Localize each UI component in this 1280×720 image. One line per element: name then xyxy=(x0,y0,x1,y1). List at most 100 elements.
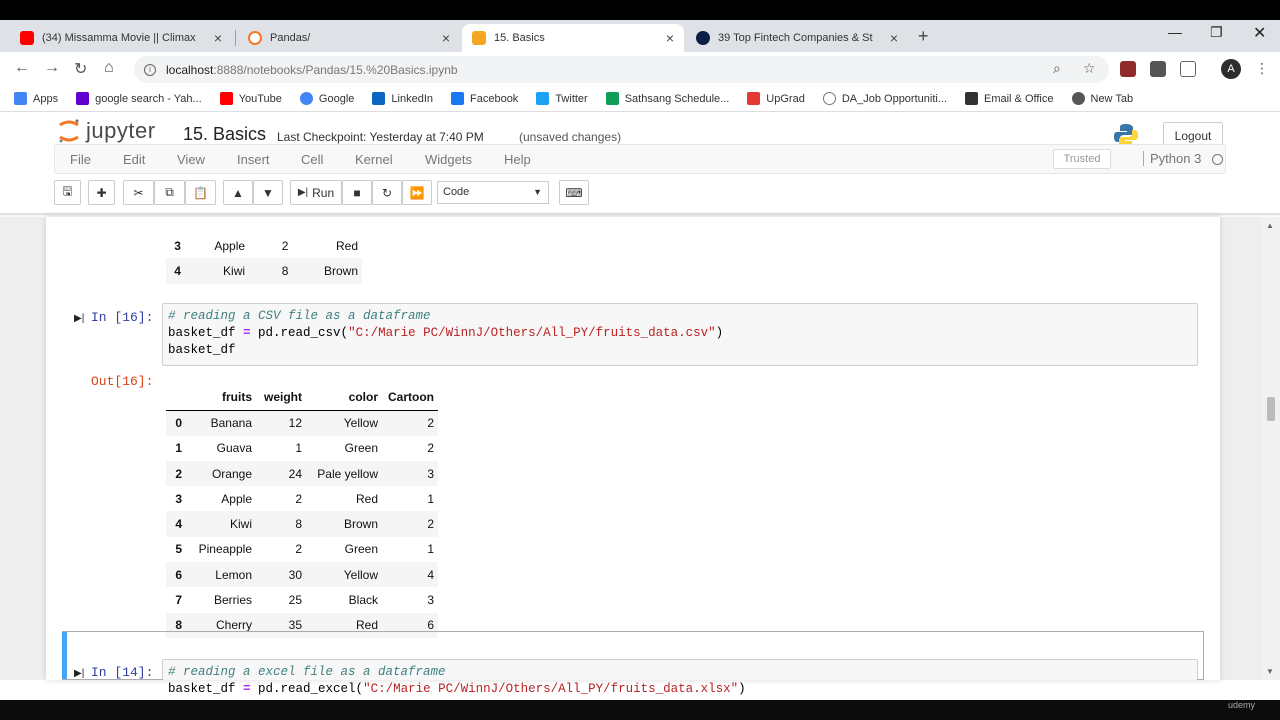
tab-title: 39 Top Fintech Companies & St xyxy=(718,32,873,44)
tab-youtube[interactable]: (34) Missamma Movie || Climax × xyxy=(10,24,232,52)
cell-type-select[interactable]: Code ▼ xyxy=(437,181,549,204)
menu-help[interactable]: Help xyxy=(504,152,531,167)
code-line: basket_df = pd.read_excel("C:/Marie PC/W… xyxy=(168,682,746,696)
trusted-indicator[interactable]: Trusted xyxy=(1053,149,1111,169)
cut-button[interactable]: ✂ xyxy=(123,180,154,205)
close-icon[interactable]: × xyxy=(214,30,222,46)
code-line: basket_df xyxy=(168,343,236,357)
table-row: 4 Kiwi 8 Brown 2 xyxy=(166,511,438,537)
google-icon xyxy=(299,92,313,105)
paste-button[interactable]: 📋 xyxy=(185,180,216,205)
input-prompt: In [14]: xyxy=(91,665,154,680)
jupyter-logo[interactable]: jupyter xyxy=(58,118,156,144)
url-text: localhost:8888/notebooks/Pandas/15.%20Ba… xyxy=(166,62,458,77)
menu-file[interactable]: File xyxy=(70,152,91,167)
code-cell-input[interactable]: # reading a excel file as a dataframe ba… xyxy=(162,659,1198,696)
window-close-icon[interactable]: ✕ xyxy=(1253,23,1266,43)
menu-kebab-icon[interactable]: ⋮ xyxy=(1255,60,1269,77)
command-palette-button[interactable]: ⌨ xyxy=(559,180,589,205)
tab-basics[interactable]: 15. Basics × xyxy=(462,24,684,52)
bookmark-linkedin[interactable]: LinkedIn xyxy=(372,92,433,105)
run-cell-icon[interactable]: ▶| xyxy=(74,668,84,679)
restart-button[interactable]: ↻ xyxy=(372,180,402,205)
bookmark-office[interactable]: Email & Office xyxy=(965,92,1054,105)
table-row: 3 Apple 2 Red xyxy=(174,238,358,253)
run-button[interactable]: ▶| Run xyxy=(290,180,342,205)
jupyter-logo-icon xyxy=(59,119,79,143)
table-row: 2 Orange 24 Pale yellow 3 xyxy=(166,460,438,487)
bookmark-sathsang[interactable]: Sathsang Schedule... xyxy=(605,92,729,105)
tab-fintech[interactable]: 39 Top Fintech Companies & St × xyxy=(686,24,908,52)
code-cell-input[interactable]: # reading a CSV file as a dataframe bask… xyxy=(162,303,1198,366)
search-icon[interactable]: ⌕ xyxy=(1053,60,1061,77)
save-icon: 🖫 xyxy=(62,184,73,198)
restore-icon[interactable]: ❐ xyxy=(1210,24,1223,41)
insert-cell-button[interactable]: ✚ xyxy=(88,180,115,205)
bookmark-star-icon[interactable]: ☆ xyxy=(1083,60,1096,77)
scroll-down-icon[interactable]: ▼ xyxy=(1266,667,1274,676)
bookmark-youtube[interactable]: YouTube xyxy=(219,92,282,105)
letterbox-bottom xyxy=(0,700,1280,720)
menu-kernel[interactable]: Kernel xyxy=(355,152,393,167)
move-up-button[interactable]: ▲ xyxy=(223,180,253,205)
table-row: 5 Pineapple 2 Green 1 xyxy=(175,542,434,557)
close-icon[interactable]: × xyxy=(890,30,898,46)
extension-icon[interactable] xyxy=(1120,61,1136,77)
bookmark-apps[interactable]: Apps xyxy=(14,92,58,105)
minimize-icon[interactable]: — xyxy=(1168,24,1182,40)
tab-separator xyxy=(235,30,236,46)
scroll-up-icon[interactable]: ▲ xyxy=(1266,221,1274,230)
close-icon[interactable]: × xyxy=(442,30,450,46)
close-icon[interactable]: × xyxy=(666,30,674,46)
office-icon xyxy=(965,92,978,105)
interrupt-button[interactable]: ■ xyxy=(342,180,372,205)
bookmark-upgrad[interactable]: UpGrad xyxy=(747,92,805,105)
menu-cell[interactable]: Cell xyxy=(301,152,323,167)
bookmark-google[interactable]: Google xyxy=(299,92,354,105)
extension-icon[interactable] xyxy=(1180,61,1196,77)
copy-button[interactable]: ⧉ xyxy=(154,180,185,205)
notebook-title[interactable]: 15. Basics xyxy=(183,124,266,145)
new-tab-icon[interactable]: + xyxy=(918,26,929,47)
restart-run-all-button[interactable]: ⏩ xyxy=(402,180,432,205)
newtab-icon xyxy=(1071,92,1085,105)
twitter-icon xyxy=(536,92,550,105)
bookmark-facebook[interactable]: Facebook xyxy=(451,92,518,105)
move-down-button[interactable]: ▼ xyxy=(253,180,283,205)
column-header: fruits xyxy=(186,385,256,411)
profile-avatar[interactable]: A xyxy=(1221,59,1241,79)
code-comment: # reading a excel file as a dataframe xyxy=(168,665,446,679)
checkpoint-status: Last Checkpoint: Yesterday at 7:40 PM xyxy=(277,130,484,144)
apps-grid-icon xyxy=(14,92,27,105)
info-icon[interactable]: i xyxy=(144,63,156,76)
save-button[interactable]: 🖫 xyxy=(54,180,81,205)
menu-edit[interactable]: Edit xyxy=(123,152,145,167)
menu-insert[interactable]: Insert xyxy=(237,152,270,167)
bookmark-newtab[interactable]: New Tab xyxy=(1071,92,1133,105)
extension-icon[interactable] xyxy=(1150,61,1166,77)
bookmark-yahoo[interactable]: google search - Yah... xyxy=(76,92,202,105)
page-scrollbar[interactable]: ▲ ▼ xyxy=(1262,217,1280,680)
linkedin-icon xyxy=(372,92,386,105)
arrow-down-icon: ▼ xyxy=(262,185,274,200)
back-icon[interactable]: ← xyxy=(14,59,30,77)
table-header-row: fruits weight color Cartoon xyxy=(166,385,438,411)
facebook-icon xyxy=(451,92,464,105)
table-row: 0 Banana 12 Yellow 2 xyxy=(166,410,438,436)
home-icon[interactable]: ⌂ xyxy=(104,59,114,77)
prev-dataframe-output: 3 Apple 2 Red 4 Kiwi 8 Brown xyxy=(166,233,362,284)
tab-pandas[interactable]: Pandas/ × xyxy=(238,24,460,52)
bookmark-twitter[interactable]: Twitter xyxy=(536,92,588,105)
step-forward-icon: ▶| xyxy=(297,187,309,198)
notebook-menubar: File Edit View Insert Cell Kernel Widget… xyxy=(54,144,1226,174)
address-bar[interactable]: i localhost:8888/notebooks/Pandas/15.%20… xyxy=(134,56,1109,83)
run-cell-icon[interactable]: ▶| xyxy=(74,313,84,324)
forward-icon[interactable]: → xyxy=(44,59,60,77)
fast-forward-icon: ⏩ xyxy=(409,185,425,200)
menu-widgets[interactable]: Widgets xyxy=(425,152,472,167)
reload-icon[interactable]: ↻ xyxy=(74,59,87,79)
youtube-icon xyxy=(20,31,34,45)
menu-view[interactable]: View xyxy=(177,152,205,167)
scroll-thumb[interactable] xyxy=(1267,397,1275,421)
bookmark-da-job[interactable]: DA_Job Opportuniti... xyxy=(822,92,947,105)
